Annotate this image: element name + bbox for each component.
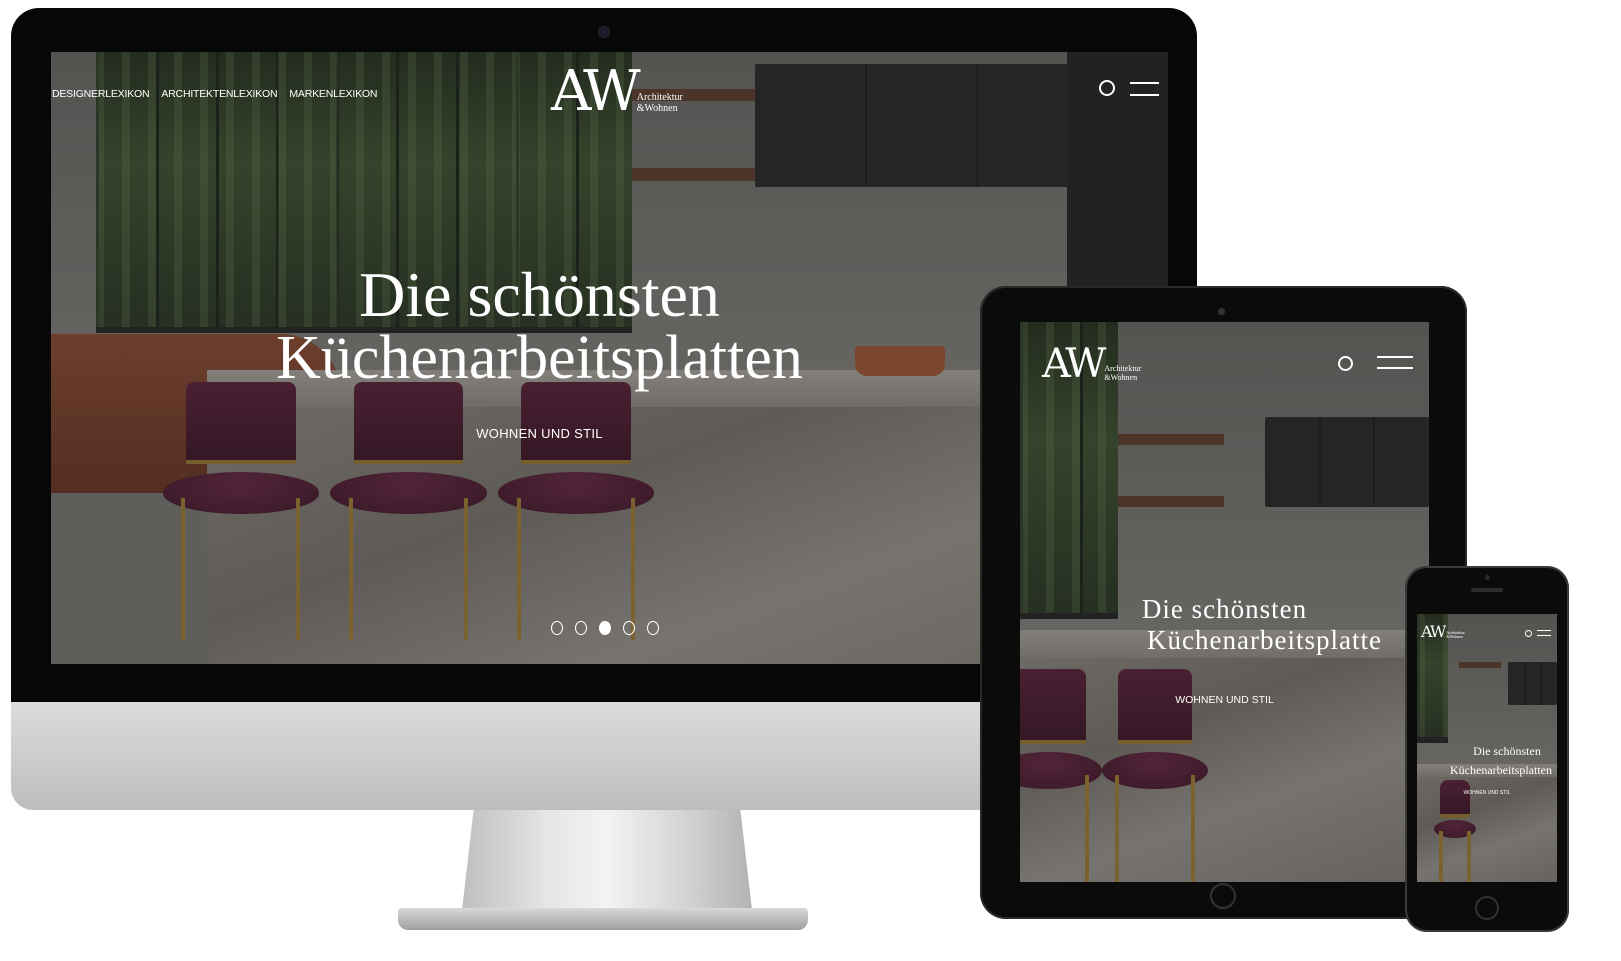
phone-site-logo[interactable]: AW Architektur &Wohnen xyxy=(1421,624,1465,640)
phone-hero-title: Die schönsten Küchenarbeitsplatten xyxy=(1417,742,1557,780)
phone-logo-subtitle: Architektur &Wohnen xyxy=(1446,630,1464,639)
monitor-stand-neck xyxy=(462,810,752,910)
slider-dot-3[interactable] xyxy=(599,621,611,635)
phone-hero-kicker: WOHNEN UND STIL xyxy=(1463,790,1511,796)
phone-screen: AW Architektur &Wohnen Die schönsten Küc… xyxy=(1417,614,1557,882)
tablet-hero-title-line1: Die schönsten xyxy=(1141,594,1308,624)
phone-search-icon[interactable] xyxy=(1525,630,1532,637)
tablet-logo-mark: AW xyxy=(1042,341,1106,387)
logo-sub-line2: &Wohnen xyxy=(636,102,678,114)
hero-title-line2: Küchenarbeitsplatten xyxy=(276,324,803,393)
tablet-logo-sub-line2: &Wohnen xyxy=(1104,372,1138,382)
tablet-hero-title-line2: Küchenarbeitsplatte xyxy=(1147,625,1382,656)
monitor-stand-base xyxy=(398,908,808,930)
menu-icon[interactable] xyxy=(1130,82,1159,98)
phone-logo-mark: AW xyxy=(1421,622,1446,641)
slider-dots xyxy=(551,621,659,635)
nav-item-markenlexikon[interactable]: MARKENLEXIKON xyxy=(289,88,377,100)
slider-dot-1[interactable] xyxy=(551,621,563,635)
tablet-hero-title: Die schönsten Küchenarbeitsplatte xyxy=(1020,594,1429,656)
slider-dot-2[interactable] xyxy=(575,621,587,635)
device-mockup-stage: DESIGNERLEXIKON ARCHITEKTENLEXIKON MARKE… xyxy=(0,0,1621,961)
nav-item-architektenlexikon[interactable]: ARCHITEKTENLEXIKON xyxy=(161,88,277,100)
phone-logo-sub-line2: &Wohnen xyxy=(1446,633,1463,639)
logo-sub-line1: Architektur xyxy=(636,92,683,103)
nav-item-designerlexikon[interactable]: DESIGNERLEXIKON xyxy=(52,88,150,100)
logo-subtitle: Architektur &Wohnen xyxy=(636,92,683,114)
hero-title-line1: Die schönsten xyxy=(359,259,720,330)
top-nav: DESIGNERLEXIKON ARCHITEKTENLEXIKON MARKE… xyxy=(52,88,377,100)
tablet-site-logo[interactable]: AW Architektur &Wohnen xyxy=(1042,344,1141,384)
hero-kicker: WOHNEN UND STIL xyxy=(476,426,603,441)
tablet-screen: AW Architektur &Wohnen Die schönsten Küc… xyxy=(1020,322,1429,882)
tablet-search-icon[interactable] xyxy=(1338,356,1353,371)
tablet-hero-kicker: WOHNEN UND STIL xyxy=(1175,694,1274,706)
phone-device: AW Architektur &Wohnen Die schönsten Küc… xyxy=(1405,566,1569,932)
phone-speaker xyxy=(1471,588,1503,592)
phone-menu-icon[interactable] xyxy=(1537,630,1551,636)
hero-title: Die schönsten Küchenarbeitsplatten xyxy=(51,262,1028,391)
tablet-logo-subtitle: Architektur &Wohnen xyxy=(1104,364,1141,382)
slider-dot-4[interactable] xyxy=(623,621,635,635)
phone-home-button[interactable] xyxy=(1475,896,1499,920)
site-logo[interactable]: AW Architektur &Wohnen xyxy=(551,64,683,120)
phone-hero-title-line2: Küchenarbeitsplatten xyxy=(1450,763,1552,778)
phone-camera xyxy=(1485,575,1490,580)
search-icon[interactable] xyxy=(1099,80,1115,96)
tablet-camera xyxy=(1218,308,1225,315)
logo-mark: AW xyxy=(551,59,641,124)
tablet-home-button[interactable] xyxy=(1210,883,1236,909)
monitor-camera xyxy=(598,26,610,38)
slider-dot-5[interactable] xyxy=(647,621,659,635)
tablet-menu-icon[interactable] xyxy=(1377,356,1413,370)
tablet-device: AW Architektur &Wohnen Die schönsten Küc… xyxy=(980,286,1467,919)
phone-hero-title-line1: Die schönsten xyxy=(1473,744,1541,758)
